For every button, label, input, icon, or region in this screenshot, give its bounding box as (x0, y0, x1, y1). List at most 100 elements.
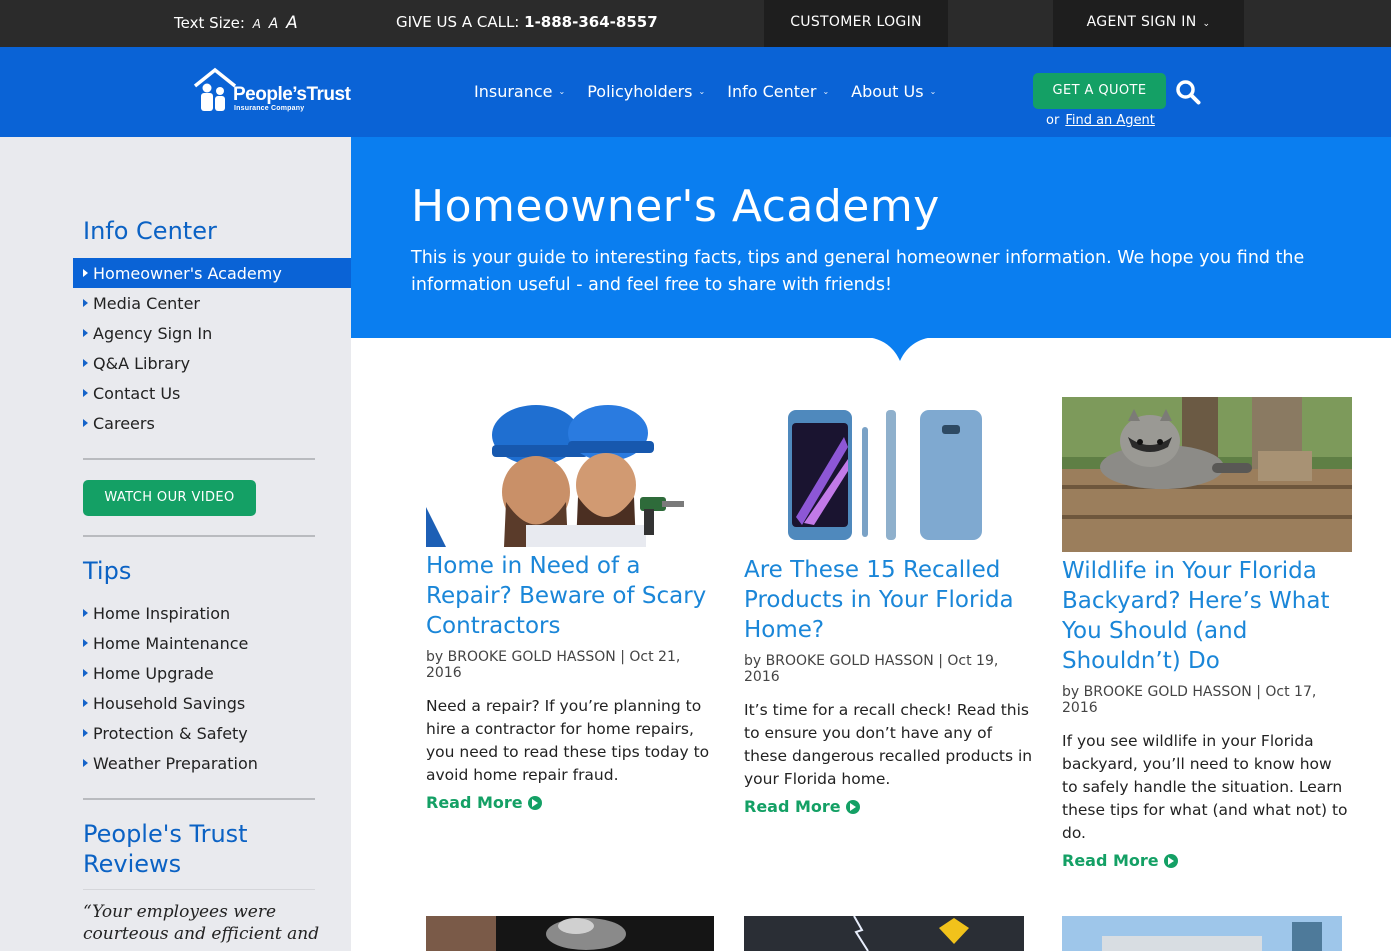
sidebar-item-careers[interactable]: Careers (73, 408, 351, 438)
nav-item-about-us[interactable]: About Us ⌄ (851, 82, 936, 101)
phone-product-image (744, 397, 1034, 551)
sidebar-item-contact-us[interactable]: Contact Us (73, 378, 351, 408)
article-image-raccoon[interactable] (1062, 397, 1352, 552)
agent-sign-in-label: AGENT SIGN IN (1086, 14, 1197, 30)
primary-nav: Insurance ⌄ Policyholders ⌄ Info Center ⌄ A… (474, 82, 936, 101)
sidebar-item-label: Household Savings (93, 693, 246, 713)
banner-notch (863, 337, 937, 361)
sidebar-item-weather-preparation[interactable]: Weather Preparation (73, 748, 351, 778)
sidebar-item-household-savings[interactable]: Household Savings (73, 688, 351, 718)
author-prefix: by (744, 653, 762, 669)
sidebar-item-label: Careers (93, 413, 155, 433)
nav-item-policyholders[interactable]: Policyholders ⌄ (587, 82, 705, 101)
sidebar-item-label: Home Maintenance (93, 633, 249, 653)
sidebar-item-protection-safety[interactable]: Protection & Safety (73, 718, 351, 748)
article-image-contractors[interactable] (426, 397, 716, 547)
tips-list: Home Inspiration Home Maintenance Home U… (73, 598, 351, 778)
thumbnail-photo (744, 916, 1024, 951)
article-excerpt: Need a repair? If you’re planning to hir… (426, 697, 710, 784)
read-more-link[interactable]: Read More (1062, 851, 1352, 870)
sidebar-item-home-maintenance[interactable]: Home Maintenance (73, 628, 351, 658)
article-meta: by BROOKE GOLD HASSON | Oct 21, 2016 (426, 649, 681, 681)
call-us: GIVE US A CALL: 1-888-364-8557 (396, 13, 658, 31)
sidebar-item-homeowners-academy[interactable]: Homeowner's Academy (73, 258, 351, 288)
chevron-down-icon: ⌄ (822, 87, 830, 96)
article-excerpt: If you see wildlife in your Florida back… (1062, 732, 1348, 842)
logo-name: People’sTrust (233, 84, 351, 105)
sidebar-item-label: Media Center (93, 293, 200, 313)
article-card: Wildlife in Your Florida Backyard? Here’… (1062, 397, 1352, 870)
logo-subtitle: Insurance Company (234, 105, 305, 112)
search-icon[interactable] (1175, 79, 1201, 105)
article-excerpt: It’s time for a recall check! Read this … (744, 701, 1033, 788)
caret-right-icon (83, 729, 88, 737)
article-title-link[interactable]: Are These 15 Recalled Products in Your F… (744, 555, 1034, 645)
author-prefix: by (1062, 684, 1080, 700)
chevron-down-icon: ⌄ (698, 87, 706, 96)
caret-right-icon (83, 639, 88, 647)
utility-bar: Text Size: A A A GIVE US A CALL: 1-888-3… (0, 0, 1391, 47)
article-title-link[interactable]: Wildlife in Your Florida Backyard? Here’… (1062, 556, 1352, 676)
caret-right-icon (83, 329, 88, 337)
sidebar-item-home-upgrade[interactable]: Home Upgrade (73, 658, 351, 688)
article-title-link[interactable]: Home in Need of a Repair? Beware of Scar… (426, 551, 716, 641)
article-image-next-2[interactable] (744, 916, 1024, 951)
phone-number-link[interactable]: 1-888-364-8557 (524, 13, 657, 31)
watch-video-button[interactable]: WATCH OUR VIDEO (83, 480, 256, 516)
or-text: or (1046, 113, 1060, 128)
sidebar-item-label: Q&A Library (93, 353, 191, 373)
arrow-circle-right-icon (845, 799, 860, 814)
agent-sign-in-button[interactable]: AGENT SIGN IN ⌄ (1053, 0, 1244, 47)
caret-right-icon (83, 269, 88, 277)
nav-item-insurance[interactable]: Insurance ⌄ (474, 82, 565, 101)
raccoon-photo (1062, 397, 1352, 552)
article-card: Home in Need of a Repair? Beware of Scar… (426, 397, 716, 812)
text-size-label: Text Size: (174, 14, 245, 32)
nav-item-info-center[interactable]: Info Center ⌄ (727, 82, 829, 101)
logo[interactable]: People’sTrust Insurance Company (193, 66, 378, 116)
call-label: GIVE US A CALL: (396, 13, 520, 31)
find-agent: or Find an Agent (1046, 113, 1155, 128)
text-size-small-button[interactable]: A (253, 17, 261, 31)
author-name: BROOKE GOLD HASSON (765, 653, 934, 669)
find-an-agent-link[interactable]: Find an Agent (1065, 113, 1155, 128)
sidebar-item-media-center[interactable]: Media Center (73, 288, 351, 318)
article-image-recalled-phone[interactable] (744, 397, 1034, 551)
caret-right-icon (83, 669, 88, 677)
divider (83, 889, 315, 890)
author-prefix: by (426, 649, 444, 665)
author-name: BROOKE GOLD HASSON (1083, 684, 1252, 700)
read-more-link[interactable]: Read More (426, 793, 716, 812)
divider (83, 535, 315, 537)
sidebar-item-label: Home Upgrade (93, 663, 214, 683)
chevron-down-icon: ⌄ (1202, 19, 1211, 29)
sidebar-item-qa-library[interactable]: Q&A Library (73, 348, 351, 378)
reviews-heading: People's Trust Reviews (83, 819, 248, 879)
arrow-circle-right-icon (527, 795, 542, 810)
divider (83, 798, 315, 800)
page-description: This is your guide to interesting facts,… (411, 248, 1305, 295)
text-size-medium-button[interactable]: A (269, 16, 279, 32)
caret-right-icon (83, 419, 88, 427)
nav-item-label: Policyholders (587, 82, 693, 101)
info-center-heading: Info Center (83, 217, 217, 245)
article-image-next-3[interactable] (1062, 916, 1342, 951)
chevron-down-icon: ⌄ (558, 87, 566, 96)
text-size-large-button[interactable]: A (286, 13, 298, 33)
sidebar-item-agency-sign-in[interactable]: Agency Sign In (73, 318, 351, 348)
author-name: BROOKE GOLD HASSON (447, 649, 616, 665)
customer-login-button[interactable]: CUSTOMER LOGIN (764, 0, 948, 47)
nav-item-label: Insurance (474, 82, 553, 101)
main-header: People’sTrust Insurance Company Insuranc… (0, 47, 1391, 137)
nav-item-label: Info Center (727, 82, 817, 101)
chevron-down-icon: ⌄ (929, 87, 937, 96)
sidebar-item-home-inspiration[interactable]: Home Inspiration (73, 598, 351, 628)
get-a-quote-button[interactable]: GET A QUOTE (1033, 73, 1166, 109)
thumbnail-photo (426, 916, 714, 951)
caret-right-icon (83, 759, 88, 767)
sidebar-item-label: Contact Us (93, 383, 181, 403)
sidebar-item-label: Home Inspiration (93, 603, 231, 623)
sidebar-item-label: Agency Sign In (93, 323, 213, 343)
article-image-next-1[interactable] (426, 916, 714, 951)
read-more-link[interactable]: Read More (744, 797, 1034, 816)
